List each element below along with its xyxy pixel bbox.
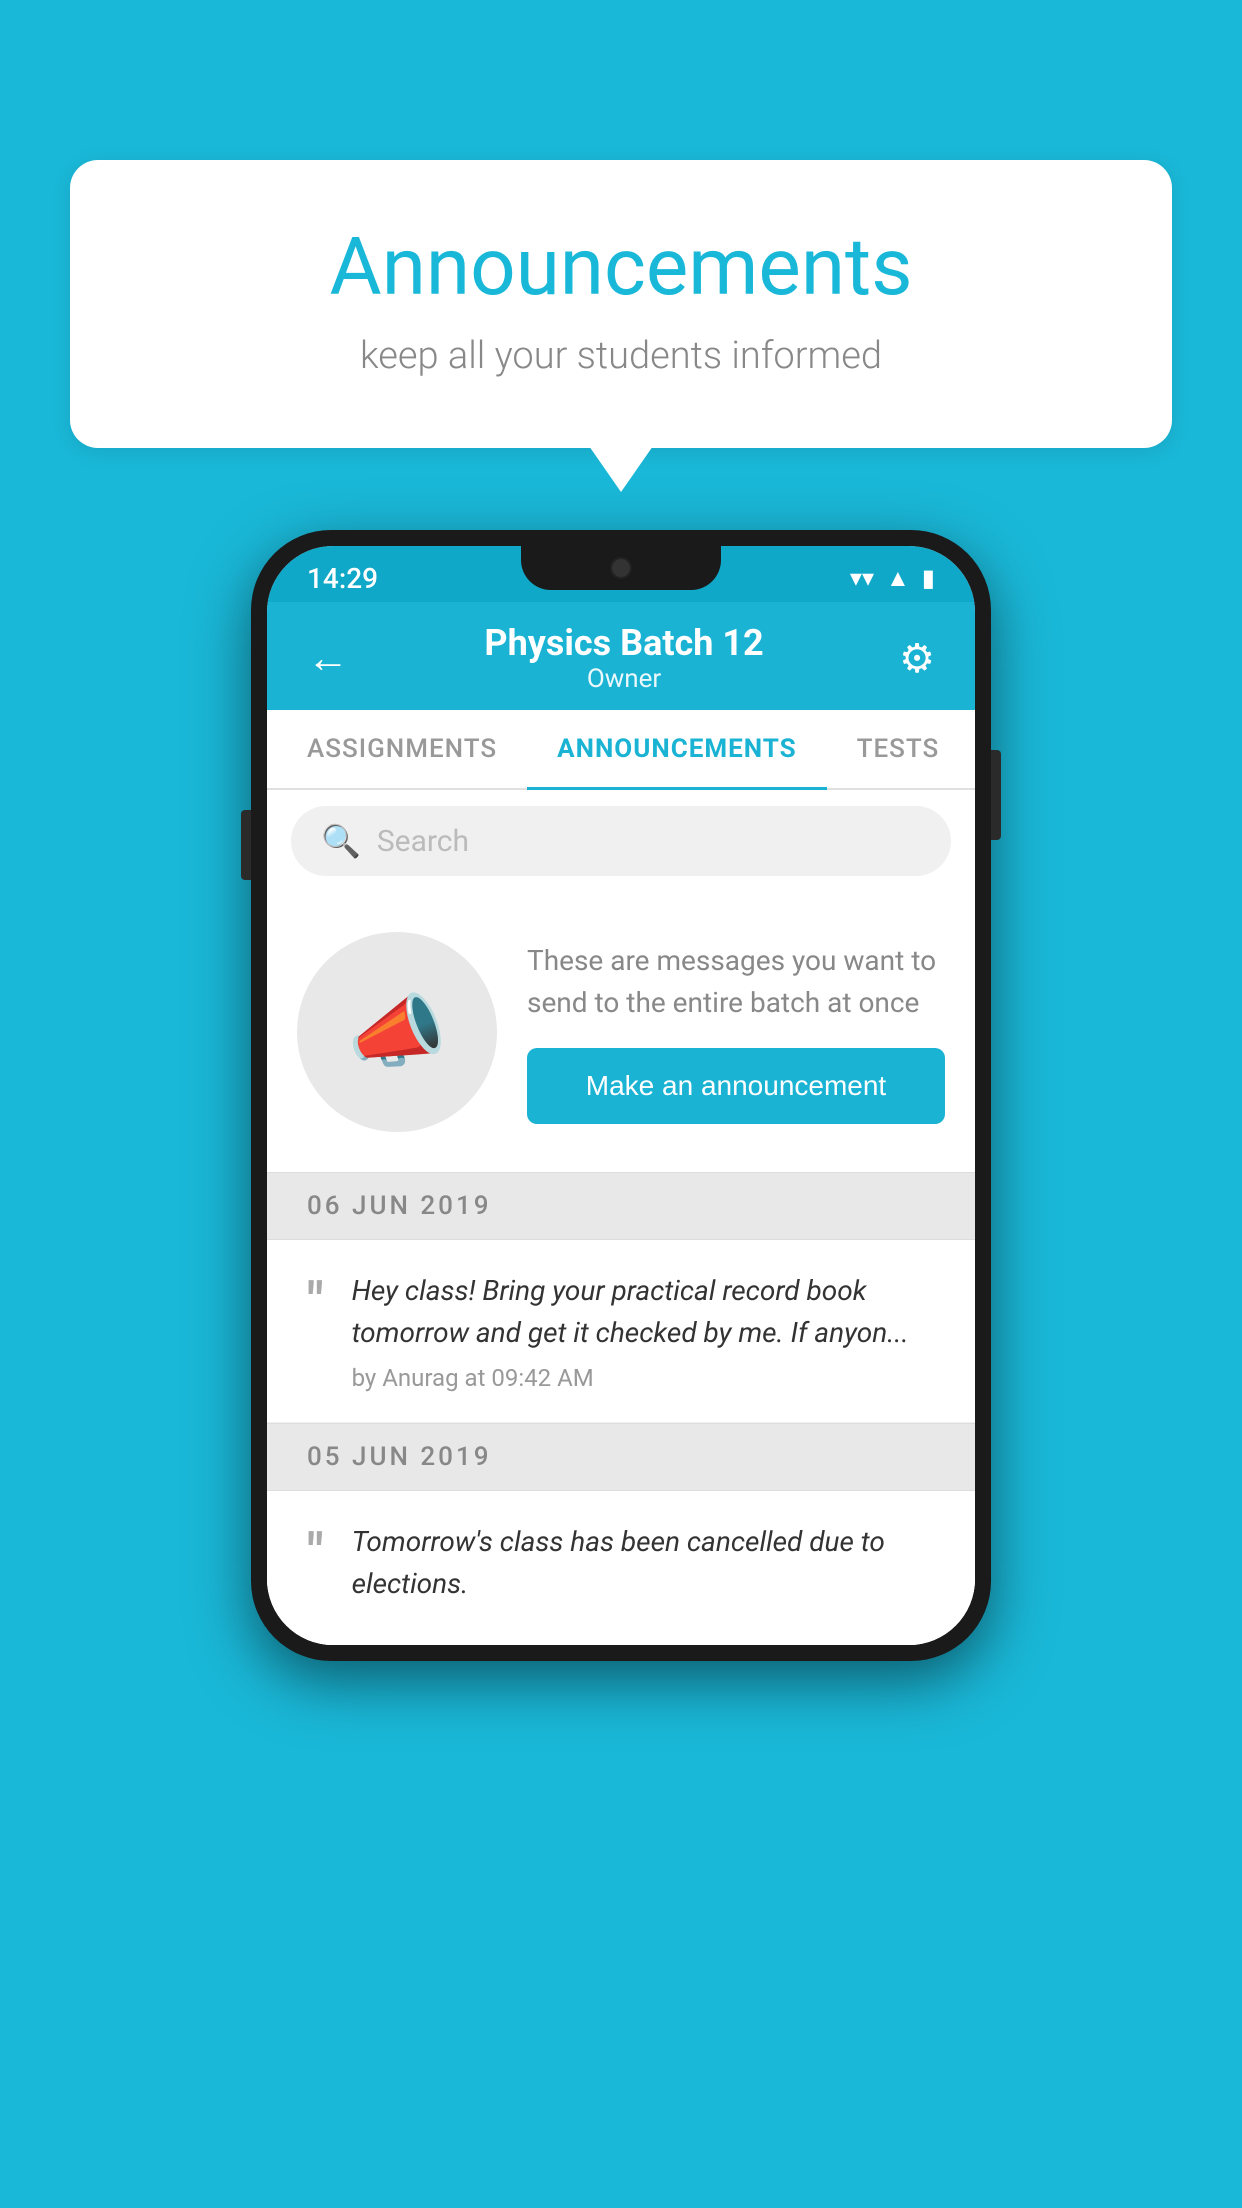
- announcement-prompt: 📣 These are messages you want to send to…: [267, 892, 975, 1172]
- intro-section: Announcements keep all your students inf…: [70, 160, 1172, 448]
- content-area: 🔍 Search 📣 These are messages you want t…: [267, 790, 975, 1645]
- megaphone-circle: 📣: [297, 932, 497, 1132]
- prompt-description: These are messages you want to send to t…: [527, 940, 945, 1024]
- phone-outer: 14:29 ▾▾ ▲ ▮ ← Physics Batch 12 Owner ⚙: [251, 530, 991, 1661]
- date-separator-1: 06 JUN 2019: [267, 1172, 975, 1240]
- app-header: ← Physics Batch 12 Owner ⚙: [267, 602, 975, 710]
- phone-notch: [521, 546, 721, 590]
- quote-icon-1: ": [307, 1276, 324, 1328]
- quote-icon-2: ": [307, 1527, 324, 1579]
- camera-notch: [610, 557, 632, 579]
- status-icons: ▾▾ ▲ ▮: [850, 564, 935, 593]
- message-content-1: Hey class! Bring your practical record b…: [352, 1270, 935, 1392]
- back-button[interactable]: ←: [307, 634, 349, 683]
- make-announcement-button[interactable]: Make an announcement: [527, 1048, 945, 1124]
- phone-mockup: 14:29 ▾▾ ▲ ▮ ← Physics Batch 12 Owner ⚙: [251, 530, 991, 1661]
- bubble-subtitle: keep all your students informed: [150, 334, 1092, 378]
- phone-inner: 14:29 ▾▾ ▲ ▮ ← Physics Batch 12 Owner ⚙: [267, 546, 975, 1645]
- message-text-1: Hey class! Bring your practical record b…: [352, 1270, 935, 1354]
- batch-title: Physics Batch 12: [484, 622, 763, 664]
- message-item-1[interactable]: " Hey class! Bring your practical record…: [267, 1240, 975, 1423]
- message-text-2: Tomorrow's class has been cancelled due …: [352, 1521, 935, 1605]
- wifi-icon: ▾▾: [850, 564, 874, 592]
- status-time: 14:29: [307, 562, 378, 595]
- bubble-title: Announcements: [150, 220, 1092, 314]
- message-item-2[interactable]: " Tomorrow's class has been cancelled du…: [267, 1491, 975, 1645]
- signal-icon: ▲: [886, 564, 910, 593]
- tab-announcements[interactable]: ANNOUNCEMENTS: [527, 710, 826, 788]
- tab-assignments[interactable]: ASSIGNMENTS: [277, 710, 527, 788]
- tab-more[interactable]: ›: [969, 710, 975, 788]
- message-content-2: Tomorrow's class has been cancelled due …: [352, 1521, 935, 1615]
- message-meta-1: by Anurag at 09:42 AM: [352, 1364, 935, 1392]
- speech-bubble: Announcements keep all your students inf…: [70, 160, 1172, 448]
- search-bar[interactable]: 🔍 Search: [291, 806, 951, 876]
- owner-label: Owner: [484, 664, 763, 694]
- megaphone-icon: 📣: [347, 985, 447, 1079]
- search-icon: 🔍: [321, 822, 361, 860]
- search-container: 🔍 Search: [267, 790, 975, 892]
- prompt-right: These are messages you want to send to t…: [527, 940, 945, 1124]
- date-separator-2: 05 JUN 2019: [267, 1423, 975, 1491]
- tab-tests[interactable]: TESTS: [827, 710, 970, 788]
- tabs-bar: ASSIGNMENTS ANNOUNCEMENTS TESTS ›: [267, 710, 975, 790]
- header-center: Physics Batch 12 Owner: [484, 622, 763, 694]
- battery-icon: ▮: [922, 564, 935, 592]
- settings-icon[interactable]: ⚙: [899, 635, 935, 682]
- search-placeholder: Search: [377, 824, 469, 859]
